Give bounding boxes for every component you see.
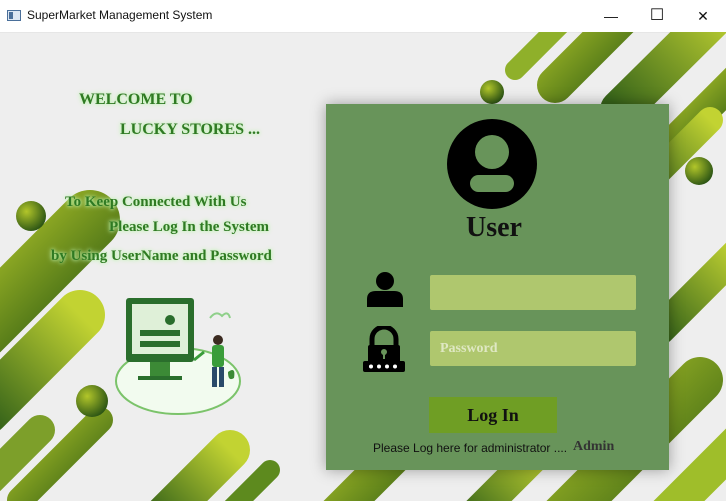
store-name: LUCKY STORES ...: [120, 121, 261, 138]
username-input[interactable]: [430, 275, 636, 310]
app-window-icon: [7, 10, 21, 21]
login-scene: WELCOME TO LUCKY STORES ... To Keep Conn…: [0, 32, 726, 501]
message-line-1: To Keep Connected With Us: [65, 194, 247, 210]
maximize-button[interactable]: ☐: [634, 0, 680, 32]
window-title: SuperMarket Management System: [27, 8, 213, 22]
minimize-button[interactable]: —: [588, 0, 634, 32]
close-button[interactable]: ✕: [680, 0, 726, 32]
decor-ball: [16, 201, 46, 231]
decor-ball: [76, 385, 108, 417]
welcome-heading: WELCOME TO: [79, 91, 193, 108]
lock-icon: [363, 326, 405, 372]
admin-note: Please Log here for administrator ....: [373, 441, 568, 455]
password-input[interactable]: [430, 331, 636, 366]
decor-ball: [480, 80, 504, 104]
admin-link[interactable]: Admin: [573, 439, 614, 455]
login-illustration: [115, 298, 241, 415]
login-button[interactable]: Log In: [429, 397, 557, 433]
decor-ball: [685, 157, 713, 185]
title-bar: SuperMarket Management System — ☐ ✕: [0, 0, 726, 33]
user-avatar-icon: [447, 119, 537, 209]
login-title: User: [466, 212, 522, 243]
login-panel: User Log In Please Log here for administ…: [326, 104, 669, 470]
person-icon: [367, 272, 403, 307]
message-line-3: by Using UserName and Password: [51, 248, 272, 264]
message-line-2: Please Log In the System: [109, 219, 269, 235]
